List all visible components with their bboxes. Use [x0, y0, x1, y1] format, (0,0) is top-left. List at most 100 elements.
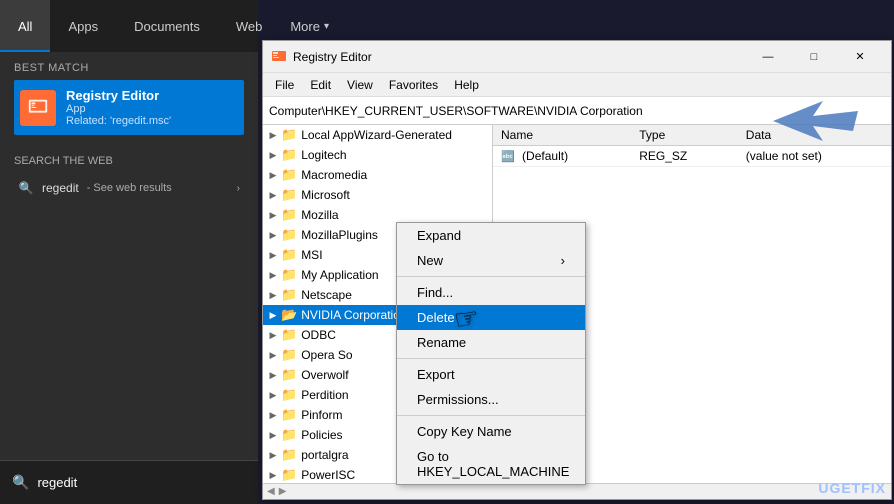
ctx-rename[interactable]: Rename: [397, 330, 585, 355]
menu-help[interactable]: Help: [446, 76, 487, 94]
best-match-item[interactable]: Registry Editor App Related: 'regedit.ms…: [14, 80, 244, 135]
ctx-permissions[interactable]: Permissions...: [397, 387, 585, 412]
folder-icon: 📁: [281, 247, 297, 263]
context-menu: Expand New › Find... Delete Rename Expor…: [396, 222, 586, 485]
scroll-right-btn[interactable]: ▶: [279, 486, 287, 497]
folder-icon: 📁: [281, 347, 297, 363]
tree-item[interactable]: ▶ 📁 Logitech: [263, 145, 492, 165]
expand-arrow: ▶: [267, 150, 279, 161]
expand-arrow: ▶: [267, 430, 279, 441]
tree-item[interactable]: ▶ 📁 Microsoft: [263, 185, 492, 205]
web-suffix: - See web results: [87, 182, 172, 194]
scrollbar-bottom[interactable]: ◀ ▶: [263, 483, 891, 499]
tab-documents[interactable]: Documents: [116, 0, 218, 52]
menu-edit[interactable]: Edit: [302, 76, 339, 94]
ctx-separator: [397, 415, 585, 416]
chevron-right-icon: ›: [237, 183, 240, 194]
registry-icon: [27, 97, 49, 119]
expand-arrow: ▶: [267, 130, 279, 141]
ctx-delete[interactable]: Delete: [397, 305, 585, 330]
best-match-section: Best match Registry Editor App Related: …: [0, 52, 258, 141]
expand-arrow: ▶: [267, 350, 279, 361]
close-button[interactable]: ✕: [837, 41, 883, 73]
tree-label: Logitech: [301, 148, 346, 162]
search-web-label: Search the web: [14, 155, 244, 167]
tree-label: ODBC: [301, 328, 336, 342]
search-magnifier-icon: 🔍: [12, 474, 29, 491]
tree-item[interactable]: ▶ 📁 Macromedia: [263, 165, 492, 185]
tree-label: Overwolf: [301, 368, 348, 382]
tree-label: MSI: [301, 248, 322, 262]
menu-favorites[interactable]: Favorites: [381, 76, 446, 94]
web-result-item[interactable]: 🔍 regedit - See web results ›: [14, 175, 244, 201]
arrow-annotation: [763, 96, 863, 149]
ctx-copy-key[interactable]: Copy Key Name: [397, 419, 585, 444]
title-text: Registry Editor: [293, 50, 745, 64]
folder-icon: 📁: [281, 227, 297, 243]
expand-arrow: ▶: [267, 230, 279, 241]
folder-icon: 📁: [281, 327, 297, 343]
window-controls: — □ ✕: [745, 41, 883, 73]
expand-arrow: ▶: [267, 210, 279, 221]
expand-arrow: ▶: [267, 410, 279, 421]
menu-view[interactable]: View: [339, 76, 381, 94]
app-info: Registry Editor App Related: 'regedit.ms…: [66, 88, 238, 127]
tree-label: Netscape: [301, 288, 352, 302]
col-type: Type: [631, 125, 738, 146]
title-bar: Registry Editor — □ ✕: [263, 41, 891, 73]
search-web-icon: 🔍: [18, 180, 34, 196]
tree-label: NVIDIA Corporation: [301, 308, 406, 322]
scroll-left-btn[interactable]: ◀: [267, 486, 275, 497]
search-tabs-row: All Apps Documents Web More: [0, 0, 258, 52]
ctx-goto-hklm[interactable]: Go to HKEY_LOCAL_MACHINE: [397, 444, 585, 484]
folder-icon: 📁: [281, 367, 297, 383]
folder-icon: 📁: [281, 167, 297, 183]
registry-title-icon: [271, 49, 287, 65]
web-query: regedit: [42, 181, 79, 195]
expand-arrow: ▶: [267, 450, 279, 461]
folder-icon: 📁: [281, 467, 297, 483]
cell-name: 🔤 (Default): [493, 146, 631, 167]
ctx-find[interactable]: Find...: [397, 280, 585, 305]
tree-label: Local AppWizard-Generated: [301, 128, 452, 142]
folder-icon: 📁: [281, 387, 297, 403]
app-name: Registry Editor: [66, 88, 238, 103]
ctx-new[interactable]: New ›: [397, 248, 585, 273]
expand-arrow: ▶: [267, 390, 279, 401]
tree-label: Pinform: [301, 408, 342, 422]
address-text: Computer\HKEY_CURRENT_USER\SOFTWARE\NVID…: [269, 104, 643, 118]
expand-arrow: ▶: [267, 270, 279, 281]
folder-icon: 📁: [281, 287, 297, 303]
tree-label: Opera So: [301, 348, 352, 362]
app-related: Related: 'regedit.msc': [66, 115, 238, 127]
expand-arrow: ▶: [267, 330, 279, 341]
cursor-hand-icon: ☞: [451, 300, 481, 337]
ctx-export[interactable]: Export: [397, 362, 585, 387]
folder-icon: 📁: [281, 267, 297, 283]
best-match-label: Best match: [14, 62, 244, 74]
folder-icon: 📁: [281, 447, 297, 463]
arrow-svg: [763, 96, 863, 146]
app-icon: [20, 90, 56, 126]
tree-label: PowerISC: [301, 468, 355, 482]
folder-icon: 📁: [281, 147, 297, 163]
menu-file[interactable]: File: [267, 76, 302, 94]
tree-item[interactable]: ▶ 📁 Local AppWizard-Generated: [263, 125, 492, 145]
expand-arrow: ▶: [267, 170, 279, 181]
tab-apps[interactable]: Apps: [50, 0, 116, 52]
tree-label: Macromedia: [301, 168, 367, 182]
folder-icon: 📁: [281, 407, 297, 423]
tree-label: Perdition: [301, 388, 348, 402]
tree-label: Microsoft: [301, 188, 350, 202]
expand-arrow: ▶: [267, 310, 279, 321]
cell-type: REG_SZ: [631, 146, 738, 167]
tree-label: Mozilla: [301, 208, 338, 222]
tree-label: My Application: [301, 268, 378, 282]
ctx-expand[interactable]: Expand: [397, 223, 585, 248]
search-input[interactable]: [37, 475, 246, 490]
minimize-button[interactable]: —: [745, 41, 791, 73]
tab-all[interactable]: All: [0, 0, 50, 52]
folder-icon-open: 📂: [281, 307, 297, 323]
folder-icon: 📁: [281, 127, 297, 143]
maximize-button[interactable]: □: [791, 41, 837, 73]
